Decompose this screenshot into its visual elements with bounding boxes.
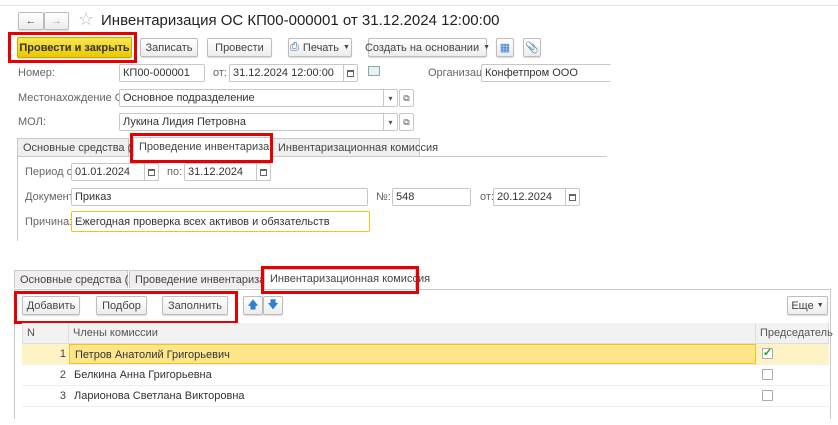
- arrow-down-icon: 🡇: [267, 299, 279, 311]
- member-name-cell[interactable]: Белкина Анна Григорьевна: [69, 365, 756, 385]
- checkmark-icon: ✓: [763, 347, 773, 359]
- period-from-value: 01.01.2024: [75, 166, 131, 178]
- top-divider: [0, 5, 838, 6]
- move-down-button[interactable]: 🡇: [263, 296, 283, 315]
- doc-date-field[interactable]: 20.12.2024: [493, 188, 580, 206]
- tab-panel-top-border: [17, 156, 607, 157]
- move-up-button[interactable]: 🡅: [243, 296, 263, 315]
- open-icon: ⧉: [403, 92, 410, 103]
- tab-commission[interactable]: Инвентаризационная комиссия: [272, 138, 438, 156]
- calendar-icon[interactable]: [343, 65, 357, 81]
- document-field[interactable]: Приказ: [71, 188, 368, 206]
- mol-value: Лукина Лидия Петровна: [123, 116, 246, 128]
- open-location-button[interactable]: ⧉: [399, 89, 414, 107]
- column-header-chairman[interactable]: Председатель: [756, 323, 833, 344]
- column-header-members[interactable]: Члены комиссии: [69, 323, 756, 344]
- tab-inventory-conduct[interactable]: Проведение инвентаризации: [133, 137, 288, 157]
- period-from-label: Период с:: [25, 166, 76, 178]
- arrow-up-icon: 🡅: [247, 299, 259, 311]
- row-number: 2: [59, 369, 66, 381]
- more-button[interactable]: Еще ▼: [787, 296, 828, 315]
- table-row[interactable]: 2 Белкина Анна Григорьевна: [22, 365, 829, 386]
- back-button[interactable]: ←: [18, 12, 44, 30]
- create-based-label: Создать на основании: [364, 41, 480, 54]
- column-header-n[interactable]: N: [22, 323, 69, 344]
- fill-button[interactable]: Заполнить: [162, 296, 228, 315]
- paperclip-icon: 📎: [525, 42, 539, 54]
- chevron-down-icon: ▼: [483, 44, 491, 51]
- location-field[interactable]: Основное подразделение ▾: [119, 89, 398, 107]
- reason-label: Причина:: [25, 216, 73, 228]
- commission-panel-top-border: [14, 289, 831, 290]
- period-from-field[interactable]: 01.01.2024: [71, 163, 159, 181]
- row-number: 3: [59, 390, 66, 402]
- member-name-cell[interactable]: Петров Анатолий Григорьевич: [69, 344, 756, 364]
- tab-panel-left-border: [17, 156, 18, 241]
- location-value: Основное подразделение: [123, 92, 255, 104]
- date-field[interactable]: 31.12.2024 12:00:00: [229, 64, 358, 82]
- table-row[interactable]: 1 Петров Анатолий Григорьевич ✓: [22, 344, 829, 365]
- open-icon: ⧉: [403, 116, 410, 127]
- save-button[interactable]: Записать: [140, 38, 198, 57]
- document-label: Документ:: [25, 191, 77, 203]
- doc-date-label: от:: [480, 191, 494, 203]
- mol-field[interactable]: Лукина Лидия Петровна ▾: [119, 113, 398, 131]
- table-row[interactable]: 3 Ларионова Светлана Викторовна: [22, 386, 829, 407]
- doc-number-field[interactable]: 548: [392, 188, 471, 206]
- calendar-icon[interactable]: [256, 164, 270, 180]
- member-name-cell[interactable]: Ларионова Светлана Викторовна: [69, 386, 756, 406]
- printer-icon: ⎙: [290, 41, 299, 53]
- dropdown-icon[interactable]: ▾: [383, 114, 397, 130]
- row-number: 1: [59, 348, 66, 360]
- chairman-checkbox[interactable]: [762, 390, 773, 401]
- commission-panel-left-border: [14, 289, 15, 419]
- tab-inventory-conduct-2[interactable]: Проведение инвентаризации: [129, 270, 263, 288]
- doc-number-label: №:: [376, 191, 391, 203]
- more-label: Еще: [791, 299, 814, 312]
- open-mol-button[interactable]: ⧉: [399, 113, 414, 131]
- arrow-right-icon: →: [51, 15, 62, 27]
- date-label: от:: [213, 67, 227, 79]
- reason-field[interactable]: Ежегодная проверка всех активов и обязат…: [71, 211, 370, 232]
- tab-fixed-assets[interactable]: Основные средства (1): [17, 138, 141, 156]
- post-and-close-button[interactable]: Провести и закрыть: [17, 37, 132, 58]
- attach-button[interactable]: 📎: [523, 38, 541, 57]
- chevron-down-icon: ▼: [342, 44, 350, 51]
- calendar-icon[interactable]: [565, 189, 579, 205]
- print-button[interactable]: ⎙ Печать ▼: [288, 38, 352, 57]
- chevron-down-icon: ▼: [816, 302, 824, 309]
- organization-field[interactable]: Конфетпром ООО: [481, 64, 611, 82]
- arrow-left-icon: ←: [25, 15, 37, 27]
- calendar-icon[interactable]: [144, 164, 158, 180]
- tab-fixed-assets-2[interactable]: Основные средства (1): [14, 270, 138, 288]
- structure-icon: ▦: [499, 42, 511, 54]
- select-button[interactable]: Подбор: [96, 296, 147, 315]
- mol-label: МОЛ:: [18, 116, 46, 128]
- period-to-value: 31.12.2024: [188, 166, 244, 178]
- number-label: Номер:: [18, 67, 55, 79]
- chairman-checkbox[interactable]: ✓: [762, 348, 773, 359]
- create-based-on-button[interactable]: Создать на основании ▼: [364, 38, 491, 57]
- commission-panel-right-border: [830, 289, 831, 419]
- add-button[interactable]: Добавить: [22, 296, 80, 315]
- period-to-field[interactable]: 31.12.2024: [184, 163, 271, 181]
- favorite-star-icon[interactable]: ☆: [78, 9, 94, 30]
- page-title: Инвентаризация ОС КП00-000001 от 31.12.2…: [101, 12, 500, 29]
- structure-button[interactable]: ▦: [496, 38, 514, 57]
- doc-date-value: 20.12.2024: [497, 191, 553, 203]
- print-label: Печать: [302, 41, 339, 54]
- tab-commission-2[interactable]: Инвентаризационная комиссия: [264, 269, 430, 289]
- location-label: Местонахождение ОС:: [18, 92, 135, 104]
- number-field[interactable]: КП00-000001: [119, 64, 205, 82]
- post-button[interactable]: Провести: [207, 38, 272, 57]
- period-to-label: по:: [167, 166, 183, 178]
- document-status-icon[interactable]: [368, 66, 380, 76]
- chairman-checkbox[interactable]: [762, 369, 773, 380]
- dropdown-icon[interactable]: ▾: [383, 90, 397, 106]
- date-value: 31.12.2024 12:00:00: [233, 67, 334, 79]
- forward-button[interactable]: →: [44, 12, 69, 30]
